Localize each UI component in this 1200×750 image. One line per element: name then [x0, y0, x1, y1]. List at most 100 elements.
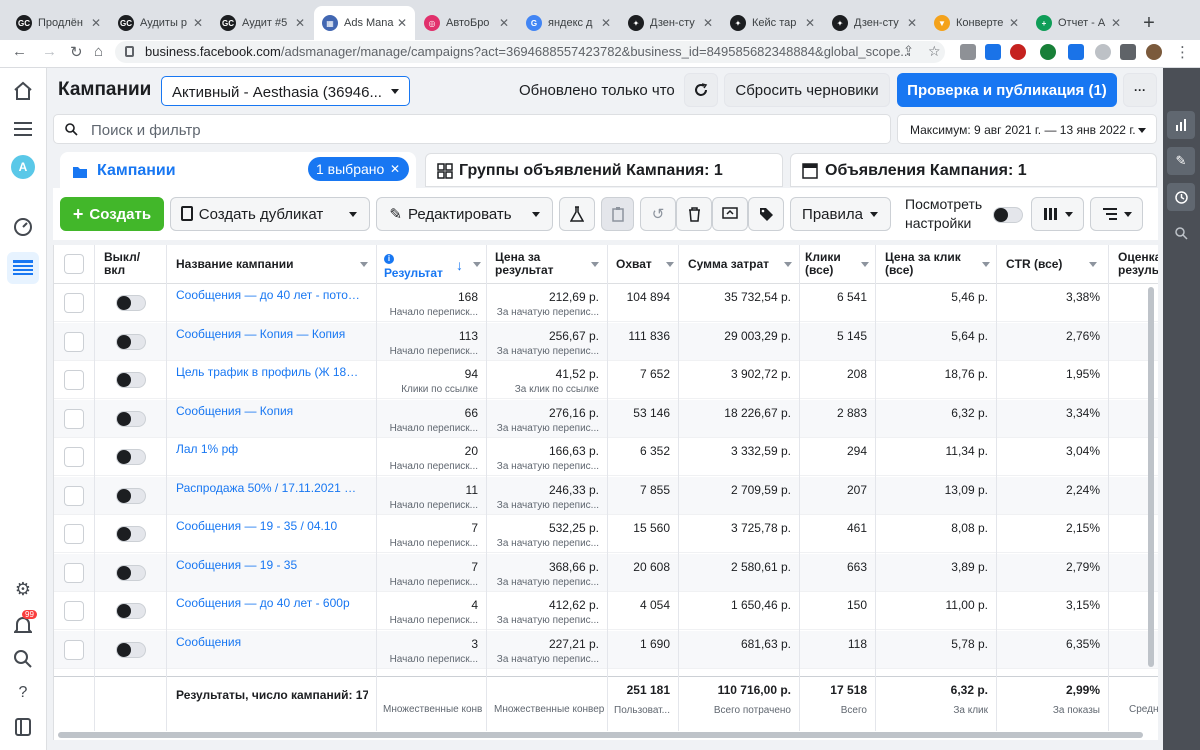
- sort-arrow-down-icon[interactable]: ↓: [456, 257, 463, 273]
- tab-ads[interactable]: Объявления Кампания: 1: [790, 153, 1157, 187]
- dashboard-gauge-icon[interactable]: [12, 216, 34, 238]
- create-button[interactable]: + Создать: [60, 197, 164, 231]
- horizontal-scrollbar[interactable]: [58, 732, 1143, 738]
- more-options-button[interactable]: ···: [1123, 73, 1157, 107]
- table-row[interactable]: Сообщения — Копия — Копия 113 Начало переп…: [54, 322, 1158, 361]
- campaign-toggle[interactable]: [116, 372, 146, 388]
- campaign-toggle[interactable]: [116, 603, 146, 619]
- col-onoff[interactable]: Выкл/вкл: [104, 251, 140, 277]
- search-filter-input[interactable]: Поиск и фильтр: [53, 114, 891, 144]
- close-tab-icon[interactable]: ✕: [499, 16, 509, 30]
- home-icon[interactable]: ⌂: [94, 43, 103, 60]
- campaign-name-link[interactable]: Сообщения — Копия: [176, 404, 361, 418]
- close-tab-icon[interactable]: ✕: [601, 16, 611, 30]
- table-row[interactable]: Лал 1% рф 20 Начало переписк... 166,63 р. За…: [54, 438, 1158, 476]
- select-all-checkbox[interactable]: [64, 254, 84, 274]
- campaign-toggle[interactable]: [116, 333, 146, 350]
- account-selector[interactable]: Активный - Aesthasia (36946...: [161, 76, 410, 106]
- account-avatar[interactable]: A: [11, 155, 35, 179]
- row-checkbox[interactable]: [64, 331, 84, 352]
- duplicate-button[interactable]: Создать дубликат: [170, 197, 370, 231]
- row-checkbox[interactable]: [64, 370, 84, 390]
- chart-icon[interactable]: [1167, 111, 1195, 139]
- browser-tab[interactable]: ▼ Конверте ✕: [926, 6, 1027, 40]
- row-checkbox[interactable]: [64, 485, 84, 506]
- col-result[interactable]: i Результат: [384, 251, 443, 280]
- search-nav-icon[interactable]: [12, 648, 34, 670]
- col-reach[interactable]: Охват: [616, 258, 652, 271]
- close-tab-icon[interactable]: ✕: [703, 16, 713, 30]
- back-icon[interactable]: ←: [12, 43, 27, 60]
- col-quality-ranking[interactable]: Оценка резуль: [1118, 251, 1158, 277]
- ab-test-button[interactable]: [559, 197, 595, 231]
- browser-tab[interactable]: Gяндекс д ✕: [518, 6, 619, 40]
- table-row[interactable]: Сообщения — до 40 лет - 600р 4 Начало пере…: [54, 592, 1158, 630]
- row-checkbox[interactable]: [64, 408, 84, 429]
- extension-code-icon[interactable]: [960, 44, 976, 60]
- new-tab-button[interactable]: +: [1136, 10, 1162, 36]
- row-checkbox[interactable]: [64, 524, 84, 544]
- extension-translate-icon[interactable]: [985, 44, 1001, 60]
- col-cost-per-result[interactable]: Цена за результат: [495, 251, 554, 277]
- history-clock-icon[interactable]: [1167, 183, 1195, 211]
- col-clicks[interactable]: Клики (все): [805, 251, 841, 277]
- profile-avatar-icon[interactable]: [1146, 44, 1162, 60]
- delete-button[interactable]: [676, 197, 712, 231]
- campaign-name-link[interactable]: Сообщения — 19 - 35: [176, 558, 361, 572]
- campaign-toggle[interactable]: [116, 564, 146, 581]
- table-row[interactable]: Распродажа 50% / 17.11.2021 — ... 11 Начал…: [54, 476, 1158, 515]
- browser-tab[interactable]: ✦ Кейс тар ✕: [722, 6, 823, 40]
- tag-button[interactable]: [748, 197, 784, 231]
- refresh-button[interactable]: [684, 73, 718, 107]
- campaign-name-link[interactable]: Сообщения: [176, 635, 361, 649]
- vertical-scrollbar[interactable]: [1148, 287, 1154, 667]
- row-checkbox[interactable]: [64, 562, 84, 583]
- campaign-name-link[interactable]: Сообщения — до 40 лет - потом ...: [176, 288, 361, 302]
- campaign-toggle[interactable]: [116, 295, 146, 311]
- browser-tab[interactable]: ✦ Дзен-сту ✕: [620, 6, 721, 40]
- close-tab-icon[interactable]: ✕: [907, 16, 917, 30]
- settings-gear-icon[interactable]: ⚙: [12, 578, 34, 600]
- help-icon[interactable]: ?: [12, 682, 34, 704]
- edit-button[interactable]: ✎ Редактировать: [376, 197, 553, 231]
- review-publish-button[interactable]: Проверка и публикация (1): [897, 73, 1117, 107]
- tab-adsets[interactable]: Группы объявлений Кампания: 1: [425, 153, 783, 187]
- zoom-search-icon[interactable]: [1167, 219, 1195, 247]
- row-checkbox[interactable]: [64, 447, 84, 467]
- undo-button[interactable]: ↺: [640, 197, 676, 231]
- extension-gray-icon[interactable]: [1095, 44, 1111, 60]
- edit-pencil-icon[interactable]: ✎: [1167, 147, 1195, 175]
- close-tab-icon[interactable]: ✕: [193, 16, 203, 30]
- col-cpc[interactable]: Цена за клик (все): [885, 251, 961, 277]
- extension-red-icon[interactable]: [1010, 44, 1026, 60]
- reload-icon[interactable]: ↻: [70, 43, 83, 61]
- clipboard-button[interactable]: [601, 197, 634, 231]
- selected-chip[interactable]: 1 выбрано ✕: [308, 157, 409, 181]
- campaign-name-link[interactable]: Сообщения — 19 - 35 / 04.10: [176, 519, 361, 533]
- url-field[interactable]: business.facebook.com/adsmanager/manage/…: [115, 41, 945, 63]
- col-amount-spent[interactable]: Сумма затрат: [688, 258, 769, 271]
- table-row[interactable]: Сообщения — 19 - 35 / 04.10 7 Начало переп…: [54, 515, 1158, 553]
- home-nav-icon[interactable]: [12, 80, 34, 102]
- campaign-name-link[interactable]: Сообщения — до 40 лет - 600р: [176, 596, 361, 610]
- close-tab-icon[interactable]: ✕: [397, 16, 407, 30]
- row-checkbox[interactable]: [64, 293, 84, 313]
- reset-drafts-button[interactable]: Сбросить черновики: [724, 73, 890, 107]
- table-row[interactable]: Сообщения 3 Начало переписк... 227,21 р. За …: [54, 630, 1158, 669]
- campaign-toggle[interactable]: [116, 641, 146, 658]
- forward-icon[interactable]: →: [42, 43, 57, 60]
- row-checkbox[interactable]: [64, 601, 84, 621]
- date-range-picker[interactable]: Максимум: 9 авг 2021 г. — 13 янв 2022 г.: [897, 114, 1157, 144]
- table-row[interactable]: Цель трафик в профиль (Ж 18-44) 94 Клики п…: [54, 361, 1158, 399]
- col-campaign-name[interactable]: Название кампании: [176, 258, 293, 271]
- columns-button[interactable]: [1031, 197, 1084, 231]
- close-tab-icon[interactable]: ✕: [1009, 16, 1019, 30]
- table-row[interactable]: Сообщения — 19 - 35 7 Начало переписк... 36…: [54, 553, 1158, 592]
- table-row[interactable]: Сообщения — до 40 лет - потом ... 168 Нача…: [54, 284, 1158, 322]
- browser-tab[interactable]: ▦ Ads Mana ✕: [314, 6, 415, 40]
- campaign-toggle[interactable]: [116, 526, 146, 542]
- table-row[interactable]: Сообщения — Копия 66 Начало переписк... 276…: [54, 399, 1158, 438]
- close-icon[interactable]: ✕: [390, 157, 400, 181]
- rules-button[interactable]: Правила: [790, 197, 891, 231]
- report-bug-icon[interactable]: [12, 716, 34, 738]
